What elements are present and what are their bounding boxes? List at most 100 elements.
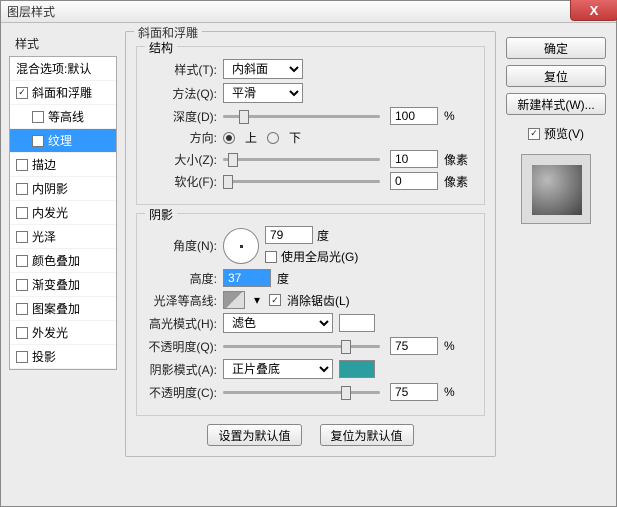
size-input[interactable] xyxy=(390,150,438,168)
highlight-color[interactable] xyxy=(339,314,375,332)
style-checkbox[interactable] xyxy=(16,303,28,315)
size-slider[interactable] xyxy=(223,151,380,167)
dir-down-radio[interactable] xyxy=(267,132,279,144)
close-button[interactable]: X xyxy=(570,0,617,21)
style-list: 混合选项:默认斜面和浮雕等高线纹理描边内阴影内发光光泽颜色叠加渐变叠加图案叠加外… xyxy=(9,56,117,370)
shadow-mode-label: 阴影模式(A): xyxy=(147,361,217,378)
highlight-opacity-slider[interactable] xyxy=(223,338,380,354)
antialias-label: 消除锯齿(L) xyxy=(287,292,350,309)
new-style-button[interactable]: 新建样式(W)... xyxy=(506,93,606,115)
technique-combo[interactable]: 平滑 xyxy=(223,83,303,103)
style-label: 样式(T): xyxy=(147,61,217,78)
depth-slider[interactable] xyxy=(223,108,380,124)
style-checkbox[interactable] xyxy=(16,255,28,267)
gloss-contour-swatch[interactable] xyxy=(223,291,245,309)
angle-label: 角度(N): xyxy=(147,237,217,254)
direction-label: 方向: xyxy=(147,129,217,146)
shadow-mode-combo[interactable]: 正片叠底 xyxy=(223,359,333,379)
reset-default-button[interactable]: 复位为默认值 xyxy=(320,424,414,446)
style-item[interactable]: 外发光 xyxy=(10,321,116,345)
style-item-label: 渐变叠加 xyxy=(32,276,80,293)
style-checkbox[interactable] xyxy=(16,87,28,99)
style-item[interactable]: 描边 xyxy=(10,153,116,177)
shadow-opacity-slider[interactable] xyxy=(223,384,380,400)
size-label: 大小(Z): xyxy=(147,151,217,168)
depth-input[interactable] xyxy=(390,107,438,125)
preview-label: 预览(V) xyxy=(544,125,584,142)
chevron-down-icon[interactable]: ▾ xyxy=(251,293,263,307)
style-item[interactable]: 光泽 xyxy=(10,225,116,249)
window-title: 图层样式 xyxy=(7,3,55,20)
style-item-label: 等高线 xyxy=(48,108,84,125)
angle-dial[interactable] xyxy=(223,228,259,264)
style-checkbox[interactable] xyxy=(16,207,28,219)
percent-unit: % xyxy=(444,109,474,123)
make-default-button[interactable]: 设置为默认值 xyxy=(207,424,301,446)
style-item[interactable]: 斜面和浮雕 xyxy=(10,81,116,105)
preview-checkbox[interactable] xyxy=(528,128,540,140)
soften-label: 软化(F): xyxy=(147,173,217,190)
style-item-label: 纹理 xyxy=(48,132,72,149)
shadow-color[interactable] xyxy=(339,360,375,378)
style-combo[interactable]: 内斜面 xyxy=(223,59,303,79)
shading-group: 阴影 角度(N): 度 使用全局光(G) xyxy=(136,213,485,416)
structure-title: 结构 xyxy=(145,39,177,56)
style-item[interactable]: 内发光 xyxy=(10,201,116,225)
layer-style-dialog: 图层样式 X 样式 混合选项:默认斜面和浮雕等高线纹理描边内阴影内发光光泽颜色叠… xyxy=(0,0,617,507)
soften-slider[interactable] xyxy=(223,173,380,189)
shadow-opacity-label: 不透明度(C): xyxy=(147,384,217,401)
soften-input[interactable] xyxy=(390,172,438,190)
style-item[interactable]: 等高线 xyxy=(10,105,116,129)
structure-group: 结构 样式(T): 内斜面 方法(Q): 平滑 深度(D): % xyxy=(136,46,485,205)
shadow-opacity-input[interactable] xyxy=(390,383,438,401)
preview-thumbnail xyxy=(521,154,591,224)
style-checkbox[interactable] xyxy=(16,159,28,171)
style-checkbox[interactable] xyxy=(16,279,28,291)
styles-sidebar: 样式 混合选项:默认斜面和浮雕等高线纹理描边内阴影内发光光泽颜色叠加渐变叠加图案… xyxy=(9,31,117,498)
depth-label: 深度(D): xyxy=(147,108,217,125)
highlight-opacity-input[interactable] xyxy=(390,337,438,355)
bevel-group: 斜面和浮雕 结构 样式(T): 内斜面 方法(Q): 平滑 深度(D): xyxy=(125,31,496,457)
style-item[interactable]: 图案叠加 xyxy=(10,297,116,321)
style-checkbox[interactable] xyxy=(16,183,28,195)
style-checkbox[interactable] xyxy=(16,351,28,363)
style-checkbox[interactable] xyxy=(16,231,28,243)
cancel-button[interactable]: 复位 xyxy=(506,65,606,87)
angle-input[interactable] xyxy=(265,226,313,244)
antialias-checkbox[interactable] xyxy=(269,294,281,306)
highlight-opacity-label: 不透明度(Q): xyxy=(147,338,217,355)
style-checkbox[interactable] xyxy=(32,135,44,147)
action-panel: 确定 复位 新建样式(W)... 预览(V) xyxy=(504,31,608,498)
highlight-mode-combo[interactable]: 滤色 xyxy=(223,313,333,333)
style-item-label: 描边 xyxy=(32,156,56,173)
altitude-input[interactable] xyxy=(223,269,271,287)
px-unit: 像素 xyxy=(444,151,474,168)
style-item-label: 光泽 xyxy=(32,228,56,245)
highlight-mode-label: 高光模式(H): xyxy=(147,315,217,332)
style-item[interactable]: 混合选项:默认 xyxy=(10,57,116,81)
gloss-label: 光泽等高线: xyxy=(147,292,217,309)
style-item-label: 斜面和浮雕 xyxy=(32,84,92,101)
style-item[interactable]: 投影 xyxy=(10,345,116,369)
style-item-label: 投影 xyxy=(32,348,56,365)
style-item-label: 颜色叠加 xyxy=(32,252,80,269)
technique-label: 方法(Q): xyxy=(147,85,217,102)
style-item-label: 外发光 xyxy=(32,324,68,341)
style-item[interactable]: 内阴影 xyxy=(10,177,116,201)
altitude-label: 高度: xyxy=(147,270,217,287)
style-item[interactable]: 颜色叠加 xyxy=(10,249,116,273)
style-item[interactable]: 纹理 xyxy=(10,129,116,153)
titlebar: 图层样式 X xyxy=(1,1,616,23)
style-item-label: 混合选项:默认 xyxy=(16,60,91,77)
style-item[interactable]: 渐变叠加 xyxy=(10,273,116,297)
style-checkbox[interactable] xyxy=(32,111,44,123)
shading-title: 阴影 xyxy=(145,206,177,223)
global-light-checkbox[interactable] xyxy=(265,251,277,263)
style-item-label: 图案叠加 xyxy=(32,300,80,317)
dir-up-radio[interactable] xyxy=(223,132,235,144)
settings-panel: 斜面和浮雕 结构 样式(T): 内斜面 方法(Q): 平滑 深度(D): xyxy=(125,31,496,498)
ok-button[interactable]: 确定 xyxy=(506,37,606,59)
styles-heading: 样式 xyxy=(9,31,117,56)
style-checkbox[interactable] xyxy=(16,327,28,339)
global-light-label: 使用全局光(G) xyxy=(281,248,358,265)
